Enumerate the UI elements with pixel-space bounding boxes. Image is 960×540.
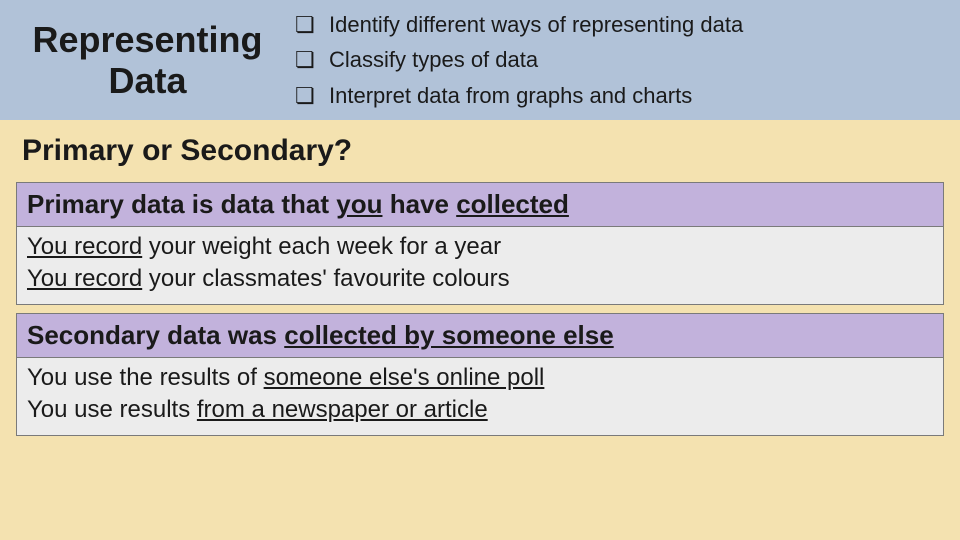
title-line-2: Data: [108, 60, 186, 101]
objective-item: ❏ Interpret data from graphs and charts: [295, 78, 940, 113]
objective-item: ❏ Classify types of data: [295, 42, 940, 77]
secondary-heading: Secondary data was collected by someone …: [17, 314, 943, 358]
objective-text: Classify types of data: [329, 42, 538, 77]
primary-box: Primary data is data that you have colle…: [16, 182, 944, 305]
text-underline: You record: [27, 265, 142, 292]
objectives-list: ❏ Identify different ways of representin…: [295, 7, 960, 113]
text-underline: you: [336, 189, 382, 219]
section-heading: Primary or Secondary?: [0, 120, 960, 178]
text: your weight each week for a year: [142, 233, 501, 260]
objective-item: ❏ Identify different ways of representin…: [295, 7, 940, 42]
text-underline: someone else's online poll: [264, 364, 545, 391]
text: Primary data is data that: [27, 189, 336, 219]
objective-text: Interpret data from graphs and charts: [329, 78, 692, 113]
text-underline: from a newspaper or article: [197, 396, 488, 423]
checkbox-icon: ❏: [295, 42, 317, 77]
secondary-examples: You use the results of someone else's on…: [17, 358, 943, 435]
example-line: You use the results of someone else's on…: [27, 362, 933, 394]
primary-examples: You record your weight each week for a y…: [17, 227, 943, 304]
slide-header: Representing Data ❏ Identify different w…: [0, 0, 960, 120]
secondary-box: Secondary data was collected by someone …: [16, 313, 944, 436]
example-line: You use results from a newspaper or arti…: [27, 394, 933, 426]
text-underline: collected: [456, 189, 569, 219]
text-underline: You record: [27, 233, 142, 260]
text-underline: collected by someone else: [284, 320, 613, 350]
checkbox-icon: ❏: [295, 78, 317, 113]
primary-heading: Primary data is data that you have colle…: [17, 183, 943, 227]
example-line: You record your classmates' favourite co…: [27, 263, 933, 295]
text: Secondary data was: [27, 320, 284, 350]
text: You use the results of: [27, 364, 264, 391]
objective-text: Identify different ways of representing …: [329, 7, 743, 42]
text: your classmates' favourite colours: [142, 265, 509, 292]
text: You use results: [27, 396, 197, 423]
slide-title: Representing Data: [0, 19, 295, 102]
title-line-1: Representing: [32, 19, 262, 60]
example-line: You record your weight each week for a y…: [27, 231, 933, 263]
text: have: [382, 189, 456, 219]
checkbox-icon: ❏: [295, 7, 317, 42]
